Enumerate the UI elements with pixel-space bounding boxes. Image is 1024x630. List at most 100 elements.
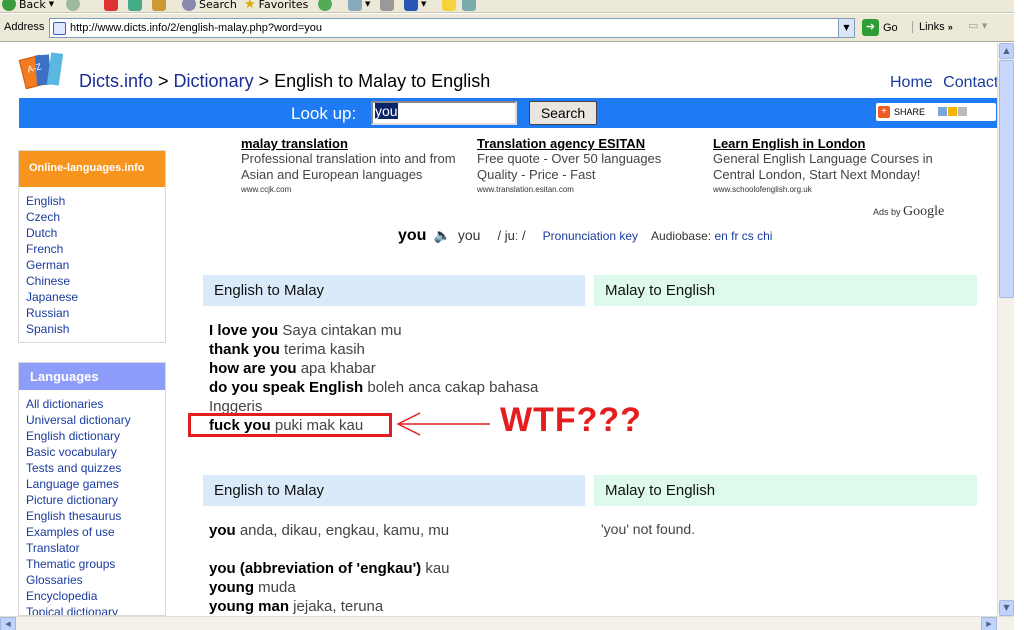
sidebar-dictionary-link[interactable]: Topical dictionary [26, 604, 165, 615]
sidebar-dictionary-link[interactable]: Encyclopedia [26, 588, 165, 604]
refresh-button[interactable] [128, 0, 142, 11]
chevron-down-icon: ▼ [421, 0, 427, 8]
edit-button[interactable]: ▼ [404, 0, 426, 11]
sidebar-dictionary-link[interactable]: Universal dictionary [26, 412, 165, 428]
definition-english: young man [209, 598, 290, 615]
scroll-right-icon[interactable]: ▶ [981, 617, 997, 630]
sidebar-dictionary-link[interactable]: Picture dictionary [26, 492, 165, 508]
sidebar-language-link[interactable]: Chinese [26, 273, 165, 289]
ad-body: General English Language Courses in Cent… [713, 151, 933, 182]
search-button[interactable]: Search [182, 0, 237, 11]
scroll-down-icon[interactable]: ▼ [999, 600, 1014, 616]
print-button[interactable] [380, 0, 394, 11]
sidebar-dictionary-link[interactable]: English dictionary [26, 428, 165, 444]
ad-url[interactable]: www.schoolofenglish.org.uk [713, 185, 953, 194]
vertical-scrollbar[interactable]: ▲ ▼ [997, 43, 1014, 616]
site-logo[interactable]: A-Z [18, 51, 66, 90]
links-button[interactable]: Links » [912, 21, 953, 33]
audiobase: Audiobase: en fr cs chi [651, 229, 772, 243]
sidebar-dictionary-link[interactable]: English thesaurus [26, 508, 165, 524]
breadcrumb-dictionary-link[interactable]: Dictionary [174, 71, 254, 91]
sidebar-language-link[interactable]: Spanish [26, 321, 165, 337]
back-label: Back [19, 0, 46, 11]
stop-button[interactable] [104, 0, 118, 11]
chevron-down-icon[interactable]: ▼ [838, 19, 854, 37]
sidebar-dictionary-link[interactable]: Examples of use [26, 524, 165, 540]
address-bar: Address http://www.dicts.info/2/english-… [0, 14, 1024, 42]
ads-by-google[interactable]: Ads by Google [873, 204, 944, 220]
search-icon [182, 0, 196, 11]
scroll-left-icon[interactable]: ◀ [0, 617, 16, 630]
address-input[interactable]: http://www.dicts.info/2/english-malay.ph… [49, 18, 855, 38]
forward-arrow-icon [66, 0, 80, 11]
breadcrumb: Dicts.info > Dictionary > English to Mal… [79, 71, 490, 92]
ad-title[interactable]: Learn English in London [713, 136, 953, 151]
page-viewport: A-Z Dicts.info > Dictionary > English to… [0, 43, 997, 616]
favorites-button[interactable]: ★ Favorites [244, 0, 308, 12]
sidebar-dictionary-link[interactable]: Translator [26, 540, 165, 556]
sidebar-dictionary-link[interactable]: Tests and quizzes [26, 460, 165, 476]
address-label: Address [4, 21, 45, 33]
phrase-english: I love you [209, 322, 279, 339]
online-languages-list: English Czech Dutch French German Chinese Japa… [19, 187, 165, 337]
go-button[interactable]: ➜ Go [862, 19, 898, 36]
ad-url[interactable]: www.translation.esitan.com [477, 185, 697, 194]
speaker-icon[interactable]: 🔈 [433, 227, 450, 244]
pronunciation-key-link[interactable]: Pronunciation key [543, 229, 638, 243]
sidebar-language-link[interactable]: Russian [26, 305, 165, 321]
home-link[interactable]: Home [890, 74, 933, 91]
home-button[interactable] [152, 0, 166, 11]
ad-url[interactable]: www.ccjk.com [241, 185, 461, 194]
home-icon [152, 0, 166, 11]
definition-row: you (abbreviation of 'engkau') kau [209, 559, 450, 578]
definition-row: you anda, dikau, engkau, kamu, mu [209, 521, 449, 540]
sidebar-dictionary-link[interactable]: Basic vocabulary [26, 444, 165, 460]
sidebar-language-link[interactable]: English [26, 193, 165, 209]
ad-block[interactable]: malay translation Professional translati… [241, 136, 461, 194]
breadcrumb-site-link[interactable]: Dicts.info [79, 71, 153, 91]
audiobase-label: Audiobase: [651, 229, 712, 243]
lookup-bar: Look up: you Search + SHARE [19, 98, 997, 128]
toolbar-overflow-icon[interactable]: ▭ ▾ [968, 19, 987, 32]
ad-title[interactable]: Translation agency ESITAN [477, 136, 697, 151]
languages-title: Languages [19, 363, 165, 390]
audiobase-links[interactable]: en fr cs chi [714, 229, 772, 243]
sidebar-language-link[interactable]: Japanese [26, 289, 165, 305]
ipa-transcription: / juː / [497, 228, 526, 243]
horizontal-scrollbar[interactable]: ◀ ▶ [0, 616, 1014, 630]
section-header-english-malay: English to Malay [203, 475, 585, 506]
online-languages-title[interactable]: Online-languages.info [19, 151, 165, 187]
go-label: Go [883, 21, 898, 34]
sidebar-dictionary-link[interactable]: Glossaries [26, 572, 165, 588]
annotation-text: WTF??? [500, 401, 642, 439]
mail-button[interactable]: ▼ [348, 0, 370, 11]
media-button[interactable] [318, 0, 332, 11]
share-button[interactable]: + SHARE [876, 103, 996, 121]
back-button[interactable]: Back ▼ [2, 0, 54, 11]
sidebar-language-link[interactable]: Czech [26, 209, 165, 225]
ad-title[interactable]: malay translation [241, 136, 461, 151]
section-header-malay-english: Malay to English [594, 475, 977, 506]
sidebar-dictionary-link[interactable]: Language games [26, 476, 165, 492]
window-edge [1014, 0, 1024, 630]
sidebar-language-link[interactable]: Dutch [26, 225, 165, 241]
lookup-input[interactable]: you [371, 101, 517, 125]
forward-button[interactable] [66, 0, 80, 11]
ad-block[interactable]: Learn English in London General English … [713, 136, 953, 194]
note-icon [442, 0, 456, 11]
address-url: http://www.dicts.info/2/english-malay.ph… [70, 22, 323, 34]
sidebar-language-link[interactable]: French [26, 241, 165, 257]
sidebar-dictionary-link[interactable]: Thematic groups [26, 556, 165, 572]
media-icon [318, 0, 332, 11]
sidebar-language-link[interactable]: German [26, 257, 165, 273]
sidebar-dictionary-link[interactable]: All dictionaries [26, 396, 165, 412]
breadcrumb-separator: > [253, 71, 275, 91]
scroll-up-icon[interactable]: ▲ [999, 43, 1014, 59]
search-button[interactable]: Search [529, 101, 597, 125]
scroll-thumb[interactable] [999, 60, 1014, 298]
research-button[interactable] [462, 0, 476, 11]
ad-block[interactable]: Translation agency ESITAN Free quote - O… [477, 136, 697, 194]
links-label: Links [919, 21, 945, 33]
messenger-button[interactable] [442, 0, 456, 11]
contact-link[interactable]: Contact [943, 74, 997, 91]
